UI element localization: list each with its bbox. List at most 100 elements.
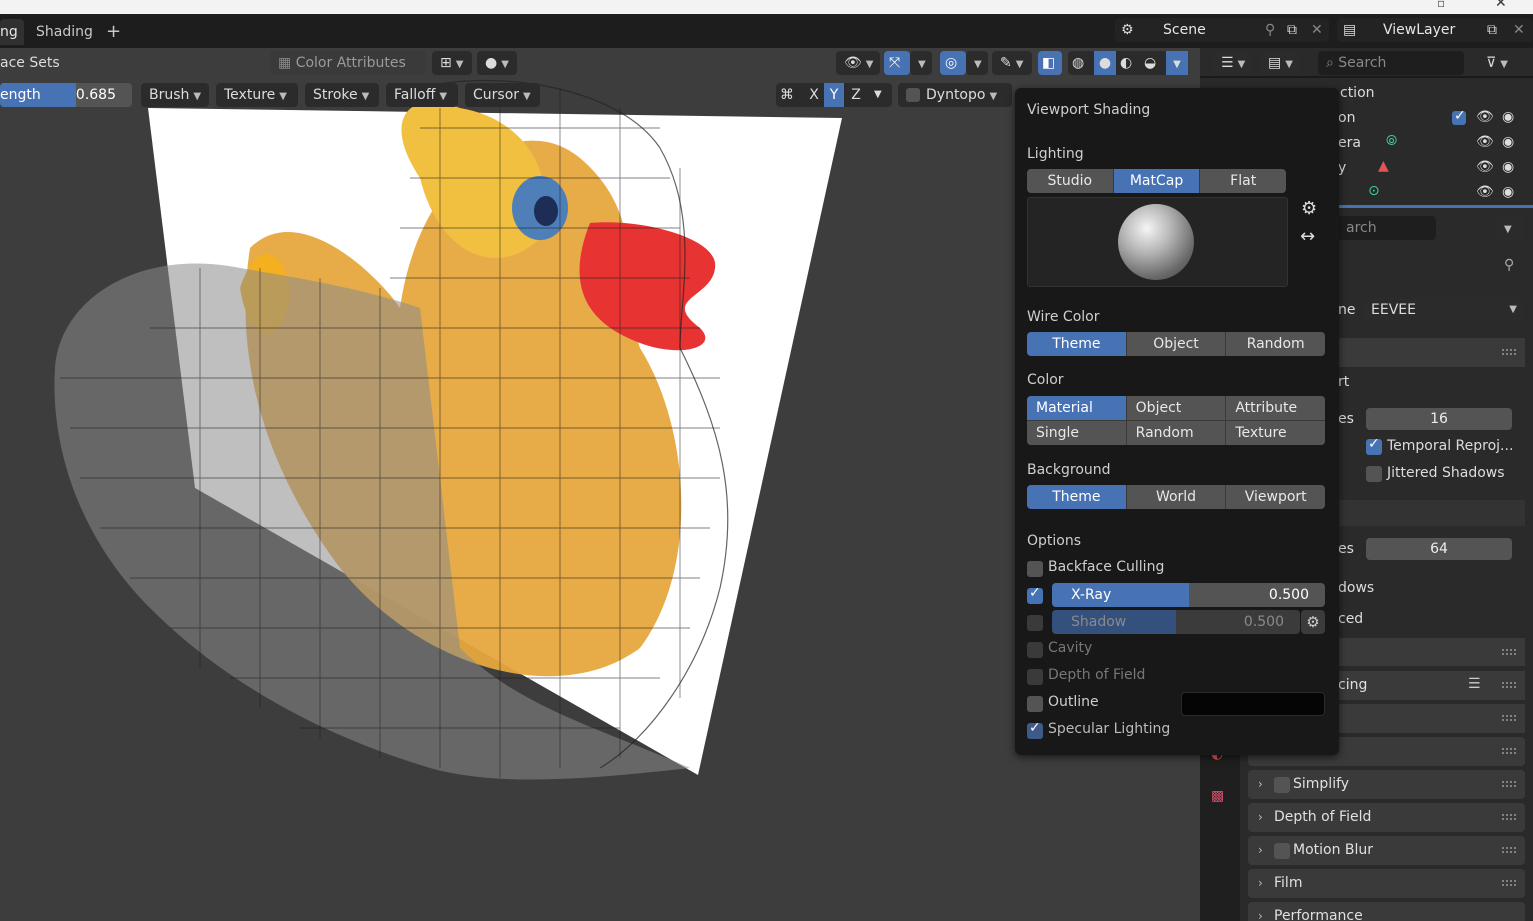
- shadows-subpanel-label[interactable]: dows: [1338, 580, 1374, 596]
- wire-color-object-button[interactable]: Object: [1126, 332, 1227, 356]
- wireframe-shading-icon[interactable]: ◍: [1072, 51, 1084, 75]
- gizmo-dropdown[interactable]: ▼: [910, 51, 932, 75]
- camera-render-icon[interactable]: ◉: [1502, 185, 1514, 199]
- color-material-button[interactable]: Material: [1027, 396, 1126, 420]
- specular-lighting-checkbox[interactable]: [1027, 720, 1043, 739]
- tab-sculpting[interactable]: ng: [0, 19, 24, 45]
- properties-options-dropdown[interactable]: ▼: [1498, 216, 1524, 240]
- camera-render-icon[interactable]: ◉: [1502, 160, 1514, 174]
- drag-handle-icon[interactable]: [1501, 348, 1517, 356]
- new-viewlayer-icon[interactable]: ⧉: [1487, 18, 1497, 42]
- backface-culling-checkbox[interactable]: [1027, 561, 1043, 577]
- film-panel-header[interactable]: › Film: [1248, 869, 1525, 898]
- sampling-panel-header[interactable]: [1338, 338, 1525, 367]
- viewlayer-selector[interactable]: ▤ ViewLayer ⧉ ✕: [1337, 18, 1533, 42]
- outliner-row-collection[interactable]: on: [1338, 110, 1355, 126]
- render-engine-dropdown[interactable]: EEVEE ▼: [1363, 298, 1523, 322]
- outliner-row-camera[interactable]: era: [1338, 135, 1361, 151]
- delete-viewlayer-icon[interactable]: ✕: [1513, 18, 1525, 42]
- simplify-checkbox[interactable]: [1274, 777, 1290, 793]
- render-samples-field[interactable]: 64: [1366, 538, 1512, 560]
- texture-menu[interactable]: Texture ▼: [216, 83, 298, 107]
- jittered-shadows-checkbox[interactable]: [1366, 466, 1382, 482]
- volumes-panel-header[interactable]: [1338, 704, 1525, 733]
- brush-radius-slider[interactable]: ength 0.685: [0, 83, 132, 107]
- shading-mode-selector[interactable]: ◍ ● ◐ ◒ ▼: [1068, 51, 1188, 75]
- overlays-toggle[interactable]: ◎: [940, 51, 966, 75]
- filter-dropdown[interactable]: ⊽ ▼: [1478, 51, 1524, 75]
- shadow-checkbox[interactable]: [1027, 615, 1043, 631]
- flip-horizontal-icon[interactable]: ↔: [1300, 226, 1315, 247]
- wire-color-theme-button[interactable]: Theme: [1027, 332, 1127, 356]
- solid-shading-icon[interactable]: ●: [1094, 51, 1116, 75]
- lighting-flat-button[interactable]: Flat: [1200, 169, 1286, 193]
- material-shading-icon[interactable]: ◐: [1120, 51, 1132, 75]
- add-workspace-button[interactable]: +: [106, 19, 121, 45]
- shadow-settings-gear-icon[interactable]: ⚙: [1301, 610, 1325, 634]
- dyntopo-checkbox[interactable]: [906, 88, 920, 102]
- gear-icon[interactable]: ⚙: [1301, 198, 1317, 219]
- drag-handle-icon[interactable]: [1501, 813, 1517, 821]
- axis-z-toggle[interactable]: Z: [846, 83, 866, 107]
- pin-icon[interactable]: ⚲: [1265, 18, 1275, 42]
- matcap-preview[interactable]: [1027, 197, 1288, 287]
- camera-render-icon[interactable]: ◉: [1502, 110, 1514, 124]
- lighting-studio-button[interactable]: Studio: [1027, 169, 1114, 193]
- axis-y-toggle[interactable]: Y: [824, 83, 844, 107]
- chevron-down-icon[interactable]: ▼: [874, 83, 882, 107]
- depth-of-field-panel-header[interactable]: › Depth of Field: [1248, 803, 1525, 832]
- tab-shading[interactable]: Shading: [36, 19, 93, 45]
- visibility-dropdown[interactable]: 👁 ▼: [836, 51, 880, 75]
- advanced-subpanel-label[interactable]: ced: [1338, 611, 1363, 627]
- drag-handle-icon[interactable]: [1501, 846, 1517, 854]
- mesh-edit-overlays[interactable]: ✎ ▼: [992, 51, 1032, 75]
- exclude-checkbox[interactable]: [1452, 108, 1466, 125]
- brush-menu[interactable]: Brush ▼: [141, 83, 209, 107]
- color-random-button[interactable]: Random: [1126, 421, 1226, 445]
- ao-panel-header[interactable]: [1338, 638, 1525, 666]
- restore-icon[interactable]: ▫: [1437, 0, 1445, 10]
- background-viewport-button[interactable]: Viewport: [1226, 485, 1325, 509]
- shading-popover-chevron[interactable]: ▼: [1166, 51, 1188, 75]
- stroke-menu[interactable]: Stroke ▼: [305, 83, 379, 107]
- drag-handle-icon[interactable]: [1501, 780, 1517, 788]
- color-object-button[interactable]: Object: [1126, 396, 1226, 420]
- eye-icon[interactable]: 👁: [1476, 160, 1494, 174]
- camera-render-icon[interactable]: ◉: [1502, 135, 1514, 149]
- scene-collection-label[interactable]: ction: [1340, 85, 1375, 101]
- falloff-menu[interactable]: Falloff ▼: [386, 83, 458, 107]
- outline-color-swatch[interactable]: [1181, 692, 1325, 716]
- eye-icon[interactable]: 👁: [1476, 135, 1494, 149]
- drag-handle-icon[interactable]: [1501, 747, 1517, 755]
- stroke-method-dropdown[interactable]: ● ▼: [477, 51, 517, 75]
- texture-tab-icon[interactable]: ▩: [1211, 788, 1224, 804]
- properties-search-input[interactable]: arch: [1338, 216, 1436, 240]
- rendered-shading-icon[interactable]: ◒: [1144, 51, 1156, 75]
- color-attributes-dropdown[interactable]: ▦ Color Attributes: [270, 51, 426, 75]
- outliner-row-object[interactable]: y: [1338, 160, 1346, 176]
- viewport-subpanel-label[interactable]: rt: [1338, 374, 1349, 390]
- delete-scene-icon[interactable]: ✕: [1311, 18, 1323, 42]
- gizmo-toggle[interactable]: ⤧: [884, 51, 910, 75]
- depth-of-field-checkbox[interactable]: [1027, 669, 1043, 685]
- scene-selector[interactable]: ⚙ Scene ⚲ ⧉ ✕: [1115, 18, 1329, 42]
- eye-icon[interactable]: 👁: [1476, 185, 1494, 199]
- background-theme-button[interactable]: Theme: [1027, 485, 1127, 509]
- list-icon[interactable]: ☰: [1468, 676, 1481, 692]
- motion-blur-panel-header[interactable]: › Motion Blur: [1248, 836, 1525, 865]
- pin-icon[interactable]: ⚲: [1504, 258, 1514, 272]
- xray-alpha-slider[interactable]: X-Ray 0.500: [1052, 583, 1325, 607]
- outliner-search-input[interactable]: ⌕ Search: [1318, 51, 1464, 75]
- dyntopo-menu[interactable]: Dyntopo ▼: [898, 83, 1012, 107]
- new-scene-icon[interactable]: ⧉: [1287, 18, 1297, 42]
- close-window-icon[interactable]: ✕: [1495, 0, 1507, 11]
- shadow-intensity-slider[interactable]: Shadow 0.500: [1052, 610, 1300, 634]
- display-mode-dropdown[interactable]: ▤ ▼: [1260, 51, 1300, 75]
- outliner-editor-type[interactable]: ☰ ▼: [1213, 51, 1251, 75]
- temporal-reprojection-checkbox[interactable]: [1366, 436, 1382, 455]
- eye-icon[interactable]: 👁: [1476, 110, 1494, 124]
- render-subpanel-header[interactable]: [1338, 500, 1525, 526]
- motion-blur-checkbox[interactable]: [1274, 843, 1290, 859]
- face-sets-menu[interactable]: ace Sets: [0, 51, 120, 75]
- drag-handle-icon[interactable]: [1501, 879, 1517, 887]
